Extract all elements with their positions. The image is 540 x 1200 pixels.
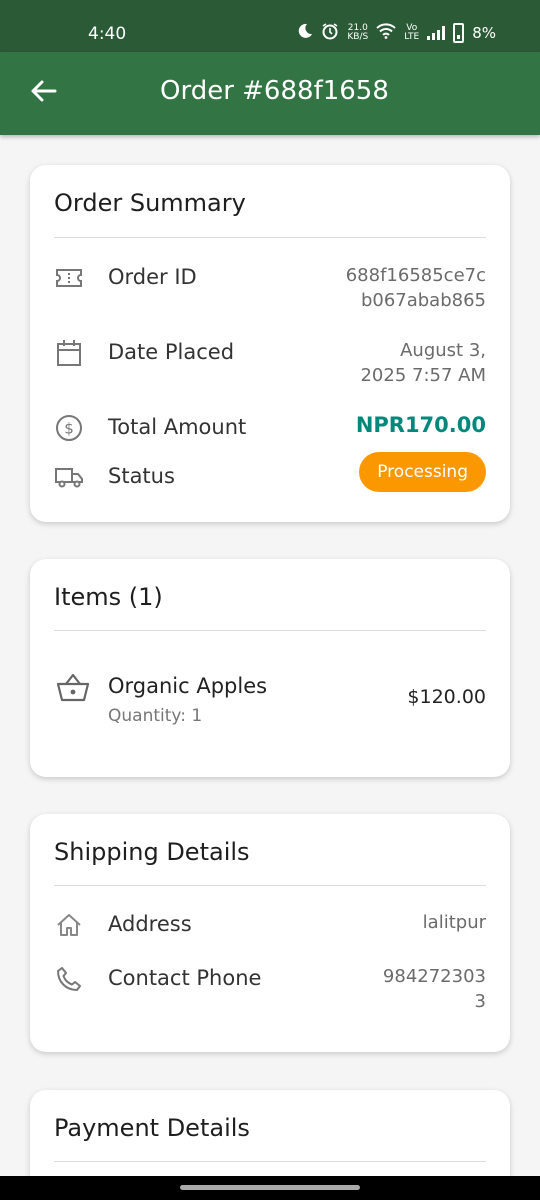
svg-text:$: $ (64, 420, 74, 438)
address-label: Address (108, 912, 192, 936)
battery-icon (453, 23, 465, 43)
ticket-icon (54, 263, 84, 293)
basket-icon (56, 673, 90, 707)
total-amount-label: Total Amount (108, 415, 247, 439)
contact-phone-label: Contact Phone (108, 966, 262, 990)
item-quantity: Quantity: 1 (108, 706, 203, 726)
phone-icon (54, 964, 84, 994)
total-amount-value: NPR170.00 (355, 413, 486, 437)
truck-icon (54, 462, 84, 492)
item-name: Organic Apples (108, 674, 268, 698)
status-icons: 21.0 KB/S Vo LTE 8% (297, 22, 496, 44)
shipping-details-title: Shipping Details (54, 838, 250, 866)
date-placed-value: August 3, 2025 7:57 AM (360, 340, 486, 386)
status-label: Status (108, 464, 175, 488)
battery-percent: 8% (472, 24, 496, 42)
dollar-circle-icon: $ (54, 413, 84, 443)
moon-icon (297, 23, 313, 43)
page-title: Order #688f1658 (160, 76, 389, 106)
status-time: 4:40 (88, 24, 127, 44)
home-gesture-handle[interactable] (180, 1185, 360, 1190)
order-id-value: 688f16585ce7c b067abab865 (345, 265, 486, 311)
payment-details-title: Payment Details (54, 1114, 250, 1142)
back-button[interactable] (24, 74, 62, 112)
divider (54, 630, 486, 631)
order-summary-title: Order Summary (54, 189, 246, 217)
date-placed-label: Date Placed (108, 340, 235, 364)
alarm-icon (321, 22, 339, 44)
divider (54, 237, 486, 238)
items-card: Items (1) (30, 559, 510, 777)
items-title: Items (1) (54, 583, 163, 611)
navigation-bar (0, 1176, 540, 1200)
app-bar: Order #688f1658 (0, 52, 540, 135)
wifi-icon (376, 23, 396, 43)
signal-icon (427, 26, 446, 40)
contact-phone-value: 984272303 3 (382, 966, 486, 1012)
status-bar: 4:40 21.0 KB/S Vo LTE 8% (0, 0, 540, 52)
item-price: $120.00 (407, 686, 486, 708)
home-icon (54, 910, 84, 940)
address-value: lalitpur (422, 912, 486, 933)
order-id-label: Order ID (108, 265, 197, 289)
divider (54, 1161, 486, 1162)
arrow-left-icon (29, 79, 57, 107)
order-summary-card: Order Summary Order ID 688f16585ce7c b06… (30, 165, 510, 522)
volte-indicator: Vo LTE (404, 23, 420, 42)
network-speed: 21.0 KB/S (347, 23, 369, 42)
divider (54, 885, 486, 886)
shipping-details-card: Shipping Details Address lalitpur Contac… (30, 814, 510, 1052)
calendar-icon (54, 338, 84, 368)
status-badge: Processing (359, 452, 486, 492)
